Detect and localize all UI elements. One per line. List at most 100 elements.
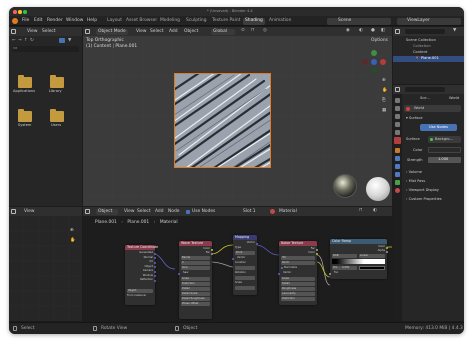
menu-render[interactable]: Render — [47, 18, 63, 23]
navigation-gizmo[interactable] — [362, 50, 386, 74]
shader-node-editor[interactable]: Object View Select Add Node Use Nodes Sl… — [83, 207, 392, 321]
output-socket[interactable] — [315, 248, 319, 251]
tab-modeling[interactable]: Modeling — [158, 18, 182, 25]
world-name-field[interactable]: World — [414, 106, 424, 111]
output-socket[interactable] — [210, 248, 214, 251]
detail-field[interactable]: Detail — [181, 287, 210, 291]
refresh-icon[interactable]: ↻ — [30, 38, 34, 43]
transform-orientation-selector[interactable]: Global — [211, 28, 235, 35]
volume-section-header[interactable]: › Volume — [406, 170, 422, 175]
scale-field[interactable] — [235, 286, 255, 290]
forward-arrow-icon[interactable]: → — [18, 38, 22, 43]
close-window-button[interactable] — [13, 10, 17, 14]
zoom-icon[interactable]: ⊕ — [382, 78, 386, 83]
path-field[interactable]: ▭ — [12, 46, 79, 52]
material-tab-icon[interactable] — [395, 188, 400, 193]
output-socket[interactable] — [315, 252, 319, 255]
properties-search-input[interactable] — [405, 87, 445, 92]
editor-type-icon[interactable] — [85, 29, 90, 34]
pivot-icon[interactable]: ⊙ — [241, 28, 245, 33]
mapping-type-selector[interactable]: Point — [235, 251, 255, 255]
color-ramp-gradient[interactable] — [332, 259, 385, 264]
color-mode-selector[interactable]: RGB — [332, 254, 357, 258]
surface-section-header[interactable]: ▾ Surface — [406, 116, 423, 121]
from-instancer-checkbox[interactable]: From Instancer — [127, 294, 146, 298]
filter-icon[interactable]: ▼ — [68, 38, 71, 43]
camera-icon[interactable]: ⎘ — [382, 98, 386, 103]
blender-logo-icon[interactable] — [12, 18, 18, 24]
shading-mode-icon[interactable]: ● — [371, 28, 375, 33]
viewport-add-menu[interactable]: Add — [169, 29, 178, 34]
editor-type-icon[interactable] — [11, 209, 16, 214]
interpolation-selector[interactable]: Linear — [359, 254, 385, 258]
surface-shader-selector[interactable]: Backgro... — [428, 136, 461, 143]
color-swatch[interactable] — [428, 147, 461, 153]
lacunarity-field[interactable]: Lacunarity — [281, 292, 315, 296]
object-field[interactable]: Object — [127, 289, 153, 293]
tab-animation[interactable]: Animation — [267, 18, 293, 25]
viewport-object-menu[interactable]: Object — [184, 29, 198, 34]
node-color-ramp[interactable]: Color Ramp Color Alpha RGB Linear Pos 0.… — [328, 239, 389, 279]
viewport-select-menu[interactable]: Select — [150, 29, 164, 34]
strength-field[interactable]: 1.000 — [428, 157, 461, 163]
grid-icon[interactable]: ▦ — [382, 108, 386, 113]
visibility-icon[interactable]: ◉ — [346, 28, 350, 33]
detail-field[interactable]: Detail — [281, 282, 315, 286]
scale-field[interactable]: Scale — [281, 277, 315, 281]
menu-window[interactable]: Window — [66, 18, 83, 23]
stop-color-swatch[interactable] — [359, 266, 385, 270]
phase-offset-field[interactable]: Phase Offset — [181, 302, 210, 306]
menu-edit[interactable]: Edit — [34, 18, 43, 23]
wave-profile-selector[interactable]: Sine — [181, 266, 210, 270]
normalize-checkbox[interactable]: Normalize — [284, 266, 297, 270]
output-socket[interactable] — [153, 279, 157, 282]
outliner-item-selected-row[interactable]: Plane.001 — [393, 56, 464, 62]
folder-icon[interactable] — [50, 75, 64, 88]
outliner-item-scene-collection[interactable]: Scene Collection — [406, 38, 436, 43]
zoom-icon[interactable]: ⊕ — [70, 228, 74, 233]
data-tab-icon[interactable] — [395, 180, 400, 185]
scene-tab-icon[interactable] — [395, 130, 400, 135]
tab-asset-browser[interactable]: Asset Browser — [124, 18, 159, 25]
gizmo-neg-y[interactable] — [371, 68, 377, 74]
tab-layout[interactable]: Layout — [105, 18, 124, 25]
node-mapping[interactable]: Mapping Vector Type Point Vector Locatio… — [231, 235, 259, 295]
node-texture-coordinate[interactable]: Texture Coordinate Generated Normal UV O… — [125, 245, 158, 305]
input-socket[interactable] — [231, 257, 235, 260]
minimize-window-button[interactable] — [18, 10, 22, 14]
outliner-item-collection[interactable]: Collection — [413, 44, 431, 49]
tab-shading[interactable]: Shading — [243, 17, 265, 25]
use-nodes-button[interactable]: Use Nodes — [420, 124, 457, 131]
view-layer-selector[interactable]: ViewLayer — [397, 17, 461, 25]
back-arrow-icon[interactable]: ← — [12, 38, 16, 43]
modifier-tab-icon[interactable] — [395, 156, 400, 161]
filter-toggle[interactable] — [59, 38, 65, 43]
input-socket[interactable] — [177, 272, 181, 275]
output-socket[interactable] — [385, 250, 389, 253]
viewport-3d[interactable]: Object Mode View Select Add Object Globa… — [83, 27, 392, 206]
node-wave-texture[interactable]: Wave Texture Color Fac Bands X Sine Saw … — [177, 241, 214, 319]
editor-type-icon[interactable] — [395, 87, 400, 92]
gizmo-x-axis[interactable] — [380, 59, 386, 65]
output-socket[interactable] — [385, 246, 389, 249]
wave-direction-selector[interactable]: X — [181, 261, 210, 265]
tool-tab-icon[interactable] — [395, 98, 400, 103]
output-tab-icon[interactable] — [395, 114, 400, 119]
overlay-icon[interactable]: ◐ — [359, 28, 363, 33]
wave-type-selector[interactable]: Bands — [181, 256, 210, 260]
tab-sculpting[interactable]: Sculpting — [184, 18, 209, 25]
outliner-search-input[interactable] — [405, 29, 445, 34]
hand-icon[interactable]: ✋ — [70, 238, 75, 243]
distortion-field[interactable]: Distortion — [181, 282, 210, 286]
position-field[interactable]: Pos 0.082 — [332, 266, 357, 270]
filter-icon[interactable]: ▼ — [453, 28, 456, 33]
output-socket[interactable] — [255, 242, 259, 245]
outliner-item-plane[interactable]: Plane.001 — [421, 56, 439, 61]
roughness-field[interactable]: Roughness — [281, 287, 315, 291]
distortion-field[interactable]: Distortion — [281, 297, 315, 301]
gizmo-z-axis[interactable] — [371, 59, 377, 65]
output-socket[interactable] — [153, 252, 157, 255]
detail-roughness-field[interactable]: Detail Roughness — [181, 297, 210, 301]
folder-icon[interactable] — [18, 75, 32, 88]
folder-icon[interactable] — [18, 109, 32, 122]
